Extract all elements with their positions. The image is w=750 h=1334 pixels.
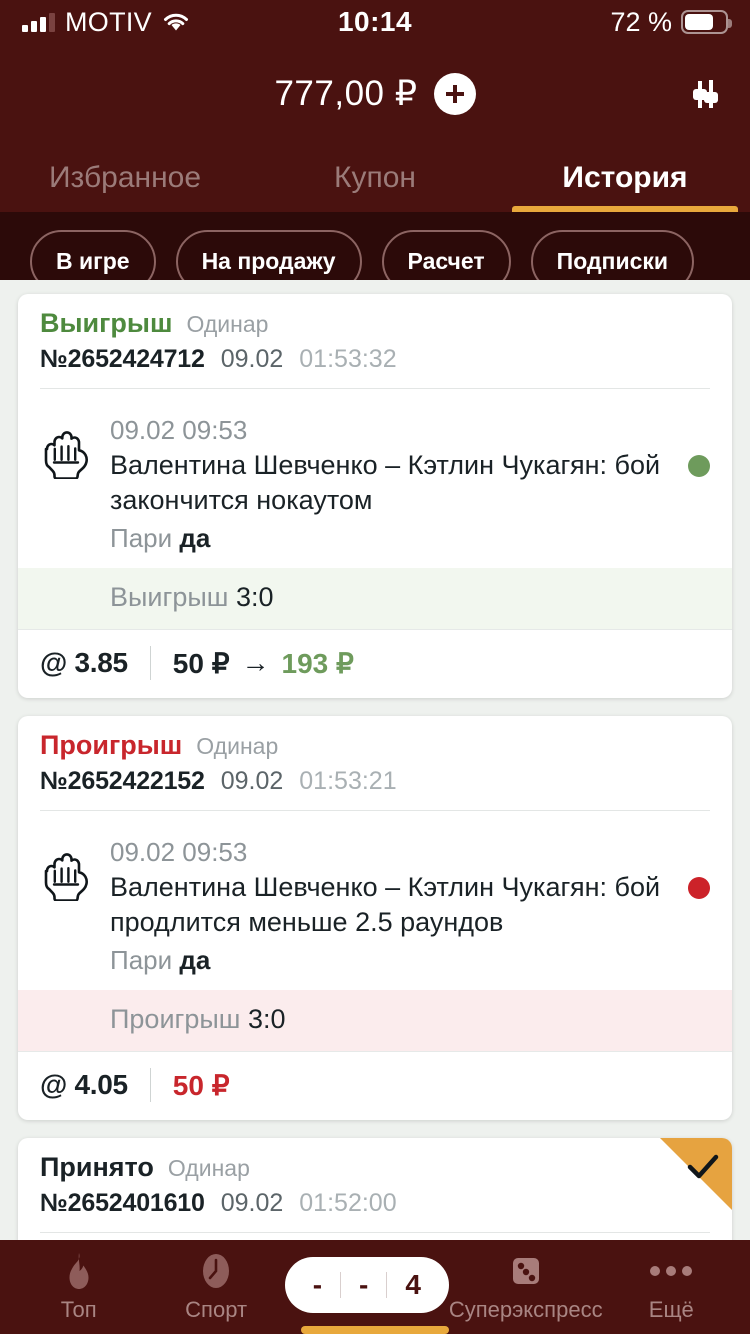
app-header: 777,00 ₽ [0, 44, 750, 144]
bet-card-header: Принято Одинар №2652401610 09.02 01:52:0… [18, 1138, 732, 1239]
divider [149, 1068, 151, 1103]
bet-type-label: Одинар [196, 733, 279, 760]
bet-stake: 50 ₽ [172, 647, 230, 679]
bet-event: 09.02 09:53 Валентина Шевченко – Кэтлин … [18, 817, 732, 990]
market-value: да [179, 945, 211, 976]
event-time: 09.02 09:53 [110, 415, 248, 445]
dice-icon [508, 1251, 544, 1291]
bottom-navigation: Топ Спорт - - 4 Суперэкспресс Ещё [0, 1240, 750, 1334]
bet-date: 09.02 [220, 767, 284, 796]
bet-odds: @ 3.85 [40, 647, 128, 679]
bet-payout: 193 ₽ [281, 647, 354, 679]
market-line: Пари да [110, 945, 670, 990]
status-badge: Выигрыш [40, 308, 173, 338]
battery-icon [681, 10, 732, 34]
bet-footer: @ 3.85 50 ₽ → 193 ₽ [18, 629, 732, 698]
bet-time: 01:53:21 [299, 767, 397, 796]
nav-label: Спорт [185, 1297, 248, 1322]
nav-item-more[interactable]: Ещё [603, 1251, 740, 1323]
status-bar-clock: 10:14 [337, 6, 413, 37]
bet-date: 09.02 [220, 345, 284, 373]
fist-icon [40, 415, 94, 568]
outcome-indicator-dot [688, 877, 710, 900]
result-score: 3:0 [247, 1004, 286, 1035]
tab-history[interactable]: История [500, 144, 750, 212]
bet-type-label: Одинар [167, 1155, 250, 1182]
bet-id: №2652422152 [40, 767, 205, 796]
nav-label: Суперэкспресс [448, 1297, 603, 1322]
add-funds-button[interactable] [433, 73, 476, 115]
bet-history-list[interactable]: Выигрыш Одинар №2652424712 09.02 01:53:3… [0, 280, 750, 1240]
event-title: Валентина Шевченко – Кэтлин Чукагян: бой… [110, 872, 661, 937]
bet-card-header: Выигрыш Одинар №2652424712 09.02 01:53:3… [18, 294, 732, 395]
bet-result-row: Проигрыш 3:0 [18, 990, 732, 1052]
result-label: Проигрыш [110, 1004, 241, 1035]
nav-item-sport[interactable]: Спорт [147, 1251, 284, 1323]
nav-item-betslip[interactable]: - - 4 [284, 1257, 449, 1317]
betslip-cell: 4 [405, 1269, 421, 1300]
nav-item-top[interactable]: Топ [10, 1251, 147, 1323]
home-indicator [301, 1326, 449, 1334]
result-label: Выигрыш [110, 582, 229, 613]
bet-card[interactable]: Проигрыш Одинар №2652422152 09.02 01:53:… [18, 716, 732, 1121]
tab-coupon[interactable]: Купон [250, 144, 500, 212]
bet-id: №2652424712 [40, 345, 205, 373]
bet-type-label: Одинар [186, 311, 269, 337]
bet-card[interactable]: Выигрыш Одинар №2652424712 09.02 01:53:3… [18, 294, 732, 699]
fist-icon [40, 837, 94, 990]
status-badge: Проигрыш [40, 730, 183, 761]
status-badge: Принято [40, 1152, 154, 1183]
flame-icon [62, 1251, 96, 1291]
market-value: да [179, 523, 211, 554]
nav-label: Топ [60, 1297, 97, 1322]
nav-item-superexpress[interactable]: Суперэкспресс [449, 1251, 603, 1323]
plus-circle-icon [445, 85, 464, 103]
market-label: Пари [110, 945, 173, 976]
bet-date: 09.02 [220, 1189, 284, 1218]
bet-card-header: Проигрыш Одинар №2652422152 09.02 01:53:… [18, 716, 732, 817]
check-icon [686, 1152, 720, 1187]
bet-time: 01:53:32 [299, 345, 397, 373]
bet-footer: @ 4.05 50 ₽ [18, 1051, 732, 1120]
tab-favorites[interactable]: Избранное [0, 144, 250, 212]
betslip-cell: - [359, 1269, 369, 1300]
nav-label: Ещё [648, 1297, 694, 1322]
settings-button[interactable] [682, 71, 728, 117]
app-screen: MOTIV 10:14 72 % 777,00 ₽ Избранное Купо… [0, 0, 750, 1334]
event-title: Валентина Шевченко – Кэтлин Чукагян: бой… [110, 450, 661, 515]
ellipsis-icon [648, 1251, 694, 1291]
balance-group: 777,00 ₽ [0, 73, 750, 115]
bet-event: 09.02 09:53 Валентина Шевченко – Кэтлин … [18, 395, 732, 568]
stake-payout-group: 50 ₽ → 193 ₽ [173, 647, 354, 680]
betslip-cell: - [312, 1269, 323, 1300]
betslip-counter[interactable]: - - 4 [284, 1257, 449, 1313]
balance-amount: 777,00 ₽ [274, 74, 418, 113]
bet-stake: 50 ₽ [172, 1069, 230, 1101]
bet-time: 01:52:00 [299, 1189, 397, 1218]
market-line: Пари да [110, 523, 670, 568]
divider [149, 646, 151, 681]
main-tabs: Избранное Купон История [0, 144, 750, 212]
result-score: 3:0 [235, 582, 274, 613]
outcome-indicator-dot [688, 455, 710, 477]
clock-icon [198, 1251, 234, 1291]
sliders-icon [693, 80, 718, 108]
market-label: Пари [110, 523, 173, 554]
event-time: 09.02 09:53 [110, 837, 248, 868]
bet-id: №2652401610 [40, 1189, 205, 1218]
status-bar: MOTIV 10:14 72 % [0, 0, 750, 44]
arrow-icon: → [241, 647, 270, 679]
bet-result-row: Выигрыш 3:0 [18, 568, 732, 630]
bet-odds: @ 4.05 [40, 1069, 128, 1101]
bet-card[interactable]: Принято Одинар №2652401610 09.02 01:52:0… [18, 1138, 732, 1240]
